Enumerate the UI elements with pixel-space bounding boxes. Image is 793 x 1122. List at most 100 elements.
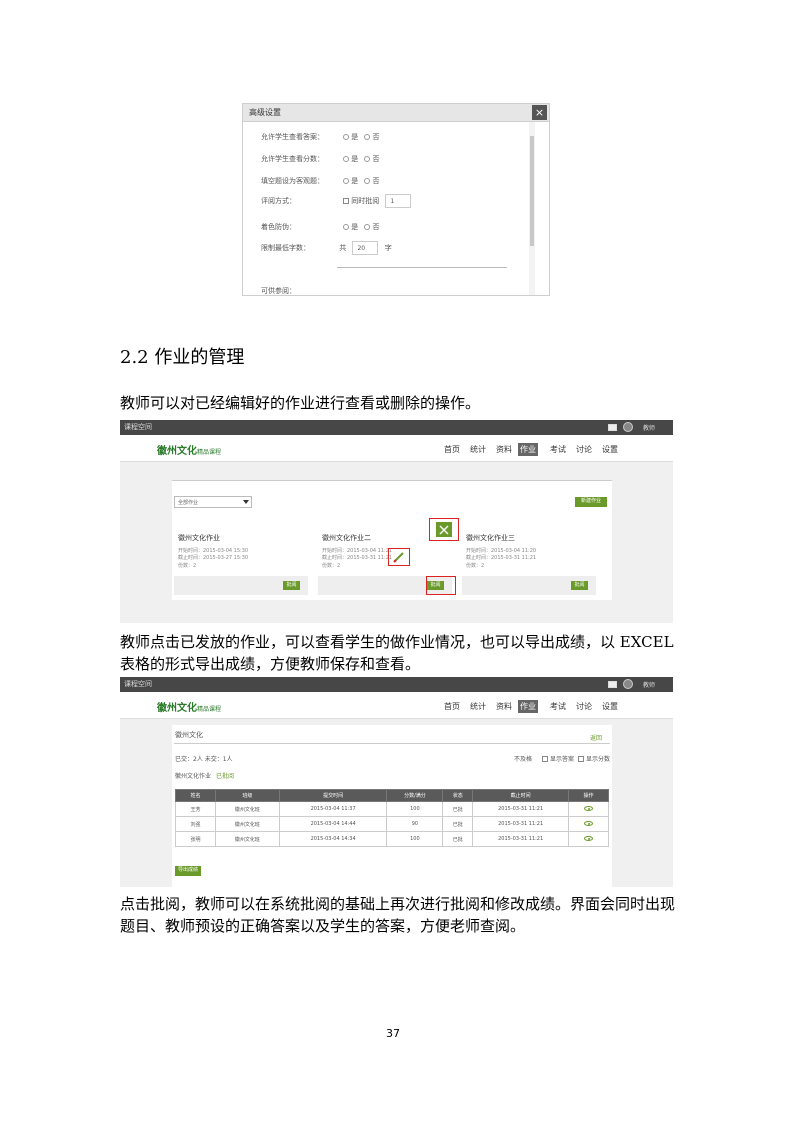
nav-discussion[interactable]: 讨论 xyxy=(574,700,594,713)
cell-class: 徽州文化班 xyxy=(214,816,280,832)
mail-icon[interactable] xyxy=(608,424,617,431)
advanced-settings-dialog: 高级设置 × 允许学生查看答案： 是 否 允许学生查看分数： 是 否 填空题设为… xyxy=(242,103,550,296)
scrollbar-thumb[interactable] xyxy=(530,136,534,246)
setting-row: 可供参阅： xyxy=(261,286,337,295)
review-eye-icon[interactable] xyxy=(584,805,594,811)
nav-discussion[interactable]: 讨论 xyxy=(574,443,594,456)
logo-subtitle: 精品课程 xyxy=(197,449,222,456)
min-words-input[interactable]: 20 xyxy=(352,241,379,255)
cell-action xyxy=(568,816,609,832)
count-input[interactable]: 1 xyxy=(385,194,412,208)
column-header[interactable]: 分数/满分 xyxy=(386,789,444,802)
radio-no[interactable] xyxy=(364,178,371,184)
radio-no[interactable] xyxy=(364,156,371,162)
close-icon[interactable]: × xyxy=(532,105,547,120)
end-time: 截止时间：2015-03-27 15:30 xyxy=(178,555,249,561)
divider xyxy=(174,743,610,744)
homework-title[interactable]: 徽州文化作业三 xyxy=(466,533,515,543)
review-eye-icon[interactable] xyxy=(584,820,594,826)
count: 份数：2 xyxy=(322,563,341,569)
cell-status: 已批 xyxy=(442,801,474,817)
top-bar: 课程空间 教师 xyxy=(120,420,673,435)
app-title: 课程空间 xyxy=(124,680,152,688)
edit-icon[interactable] xyxy=(389,549,409,565)
radio-label: 否 xyxy=(372,133,380,141)
nav-homework[interactable]: 作业 xyxy=(518,700,538,713)
nav-stats[interactable]: 统计 xyxy=(468,443,488,456)
review-button[interactable]: 批阅 xyxy=(571,581,588,590)
cell-name: 刘强 xyxy=(175,816,216,832)
prefix-text: 共 xyxy=(339,244,347,252)
homework-card[interactable]: 徽州文化作业三 开始时间：2015-03-04 11:20 截止时间：2015-… xyxy=(462,521,596,595)
setting-label: 限制最低字数： xyxy=(261,244,310,252)
grades-table: 姓名 班级 提交时间 分数/满分 状态 截止时间 操作 王芳 徽州文化班 201… xyxy=(175,789,609,847)
nav-home[interactable]: 首页 xyxy=(442,700,462,713)
nav-homework[interactable]: 作业 xyxy=(518,443,538,456)
radio-yes[interactable] xyxy=(343,134,350,140)
page-number: 37 xyxy=(386,1027,400,1040)
user-name[interactable]: 教师 xyxy=(643,423,655,432)
radio-yes[interactable] xyxy=(343,178,350,184)
user-name[interactable]: 教师 xyxy=(643,680,655,689)
avatar[interactable] xyxy=(623,422,633,432)
cell-deadline: 2015-03-31 11:21 xyxy=(472,831,570,847)
review-eye-icon[interactable] xyxy=(584,835,594,841)
homework-title[interactable]: 徽州文化作业二 xyxy=(322,533,371,543)
setting-row: 允许学生查看分数： 是 否 xyxy=(261,154,379,164)
paragraph: 教师点击已发放的作业，可以查看学生的做作业情况，也可以导出成绩，以 EXCEL … xyxy=(120,633,674,673)
toggle-label: 显示答案 xyxy=(550,756,575,763)
radio-label: 否 xyxy=(372,155,380,163)
nav-resources[interactable]: 资料 xyxy=(494,700,514,713)
column-header[interactable]: 状态 xyxy=(442,789,474,802)
nav-exam[interactable]: 考试 xyxy=(548,700,568,713)
export-grades-button[interactable]: 导出成绩 xyxy=(175,866,201,876)
top-bar: 课程空间 教师 xyxy=(120,677,673,692)
show-scores-toggle[interactable]: 显示分数 xyxy=(574,754,610,763)
back-link[interactable]: 返回 xyxy=(590,733,602,742)
nav-stats[interactable]: 统计 xyxy=(468,700,488,713)
checkbox[interactable] xyxy=(343,198,350,204)
highlight-box xyxy=(388,548,410,566)
column-header[interactable]: 截止时间 xyxy=(472,789,570,802)
app-title: 课程空间 xyxy=(124,423,152,431)
review-button[interactable]: 批阅 xyxy=(283,581,300,590)
radio-yes[interactable] xyxy=(343,156,350,162)
paragraph: 教师可以对已经编辑好的作业进行查看或删除的操作。 xyxy=(120,394,481,412)
radio-yes[interactable] xyxy=(343,224,350,230)
new-homework-button[interactable]: 新建作业 xyxy=(575,497,607,507)
cell-name: 张明 xyxy=(175,831,216,847)
table-row: 张明 徽州文化班 2015-03-04 14:34 100 已批 2015-03… xyxy=(175,831,609,847)
column-header[interactable]: 提交时间 xyxy=(278,789,388,802)
dialog-header: 高级设置 × xyxy=(243,104,549,122)
column-header[interactable]: 班级 xyxy=(214,789,280,802)
nav-home[interactable]: 首页 xyxy=(442,443,462,456)
tab-reviewed[interactable]: 已批阅 xyxy=(216,771,234,780)
nav-settings[interactable]: 设置 xyxy=(600,443,620,456)
delete-icon[interactable] xyxy=(430,519,458,540)
avatar[interactable] xyxy=(623,679,633,689)
scrollbar[interactable] xyxy=(529,122,535,295)
checkbox[interactable] xyxy=(542,756,548,762)
radio-label: 是 xyxy=(351,155,359,163)
show-answers-toggle[interactable]: 显示答案 xyxy=(538,754,574,763)
card-footer: 批阅 xyxy=(174,576,308,595)
nav-bar: 徽州文化精品课程 首页 统计 资料 作业 考试 讨论 设置 xyxy=(120,435,673,462)
mail-icon[interactable] xyxy=(608,681,617,688)
tab-homework[interactable]: 徽州文化作业 xyxy=(175,771,211,780)
checkbox[interactable] xyxy=(578,756,584,762)
radio-no[interactable] xyxy=(364,134,371,140)
filter-select[interactable]: 全部作业 xyxy=(174,496,252,508)
nav-bar: 徽州文化精品课程 首页 统计 资料 作业 考试 讨论 设置 xyxy=(120,692,673,719)
nav-settings[interactable]: 设置 xyxy=(600,700,620,713)
radio-no[interactable] xyxy=(364,224,371,230)
cell-score: 100 xyxy=(386,801,444,817)
homework-title[interactable]: 徽州文化作业 xyxy=(178,533,220,543)
setting-label: 填空题设为客观题： xyxy=(261,177,324,185)
nav-exam[interactable]: 考试 xyxy=(548,443,568,456)
column-header[interactable]: 姓名 xyxy=(175,789,216,802)
nav-resources[interactable]: 资料 xyxy=(494,443,514,456)
homework-list-screenshot: 课程空间 教师 徽州文化精品课程 首页 统计 资料 作业 考试 讨论 设置 全部… xyxy=(120,420,673,623)
cell-submit-time: 2015-03-04 14:44 xyxy=(278,816,388,832)
logo-text: 徽州文化 xyxy=(157,446,197,457)
homework-card[interactable]: 徽州文化作业 开始时间：2015-03-04 15:30 截止时间：2015-0… xyxy=(174,521,308,595)
